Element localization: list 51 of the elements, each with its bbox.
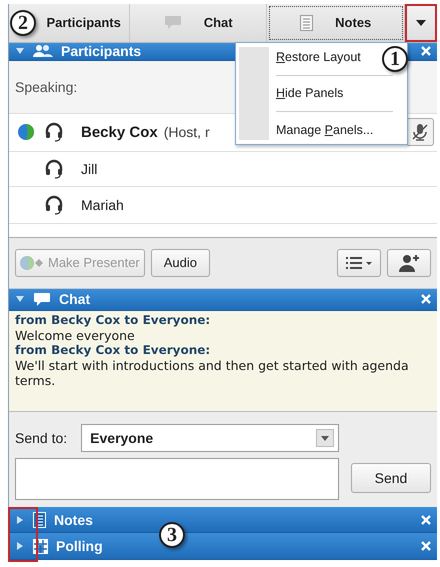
close-icon[interactable] <box>421 294 431 304</box>
headset-icon <box>45 195 63 216</box>
people-icon <box>33 44 53 58</box>
caret-icon <box>416 20 426 26</box>
message-input[interactable] <box>15 458 339 500</box>
message-sender: from Becky Cox to Everyone: <box>15 343 212 358</box>
mute-button[interactable] <box>406 118 434 146</box>
document-icon <box>33 512 46 528</box>
panel-header[interactable]: Chat <box>9 288 437 312</box>
expand-arrow-icon[interactable] <box>15 541 25 552</box>
message-text: We'll start with introductions and then get started with agenda terms. <box>15 358 410 388</box>
muted-microphone-icon <box>412 123 428 142</box>
audio-button[interactable]: Audio <box>150 248 210 277</box>
add-person-button[interactable] <box>387 248 431 277</box>
grid-icon <box>33 538 48 554</box>
caret-icon[interactable] <box>321 436 329 441</box>
message-sender: from Becky Cox to Everyone: <box>15 313 212 328</box>
menu-item[interactable]: Hide Panels <box>274 82 346 104</box>
panel-title: Chat <box>59 291 90 308</box>
panel-tab[interactable]: Chat <box>130 4 268 42</box>
collapse-arrow-icon[interactable] <box>15 294 25 304</box>
headset-icon <box>45 158 63 179</box>
list-options-button[interactable] <box>337 248 381 277</box>
panel-title: Polling <box>56 538 103 554</box>
panel-title: Participants <box>61 43 142 60</box>
send-button[interactable]: Send <box>351 463 431 494</box>
speech-bubble-icon <box>164 15 182 30</box>
participant-role: (Host, r <box>164 124 210 140</box>
headset-icon <box>45 122 63 142</box>
add-person-icon <box>397 254 421 272</box>
speaking-label: Speaking: <box>15 78 78 95</box>
close-icon[interactable] <box>421 541 431 552</box>
document-icon <box>300 14 314 31</box>
speech-bubble-icon <box>33 292 51 307</box>
list-icon <box>345 256 373 270</box>
close-icon[interactable] <box>421 514 431 525</box>
collapse-arrow-icon[interactable] <box>15 46 25 56</box>
participant-name: Becky Cox <box>81 124 158 141</box>
menu-item[interactable]: Manage Panels... <box>274 118 376 141</box>
panel-menu-button[interactable] <box>405 4 437 42</box>
expand-arrow-icon[interactable] <box>15 514 25 525</box>
globe-arrow-icon <box>20 256 44 270</box>
participant-row[interactable]: Jill <box>9 152 437 187</box>
message-text: Welcome everyone <box>15 328 136 344</box>
participant-name: Mariah <box>81 197 124 214</box>
panel-title: Notes <box>54 512 93 528</box>
recipient-dropdown[interactable]: Everyone <box>81 424 339 452</box>
close-icon[interactable] <box>421 46 431 56</box>
participant-row[interactable]: Mariah <box>9 186 437 224</box>
send-to-label: Send to: <box>15 430 68 446</box>
participant-name: Jill <box>81 160 98 177</box>
